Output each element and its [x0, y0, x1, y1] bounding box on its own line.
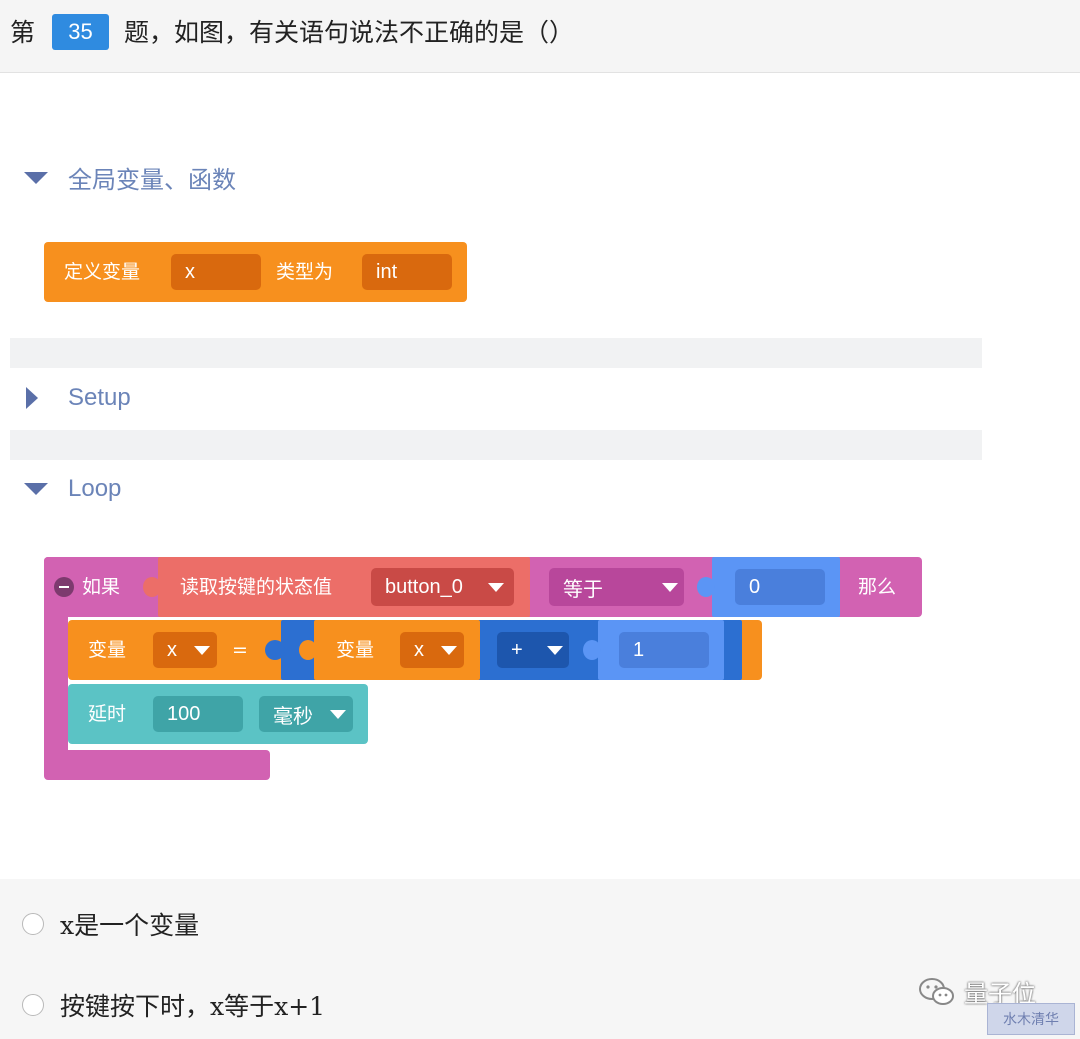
wechat-icon [919, 977, 954, 1005]
collapse-triangle-icon [24, 483, 48, 495]
option-text: x是一个变量 [60, 911, 200, 940]
category-globals-label: 全局变量、函数 [68, 167, 236, 194]
chevron-down-icon [441, 646, 457, 655]
input-connector [299, 640, 317, 660]
option-b[interactable]: 按键按下时，x等于x+1 [22, 987, 325, 1023]
question-number-badge: 35 [52, 14, 109, 50]
chevron-down-icon [488, 583, 504, 592]
category-loop-label: Loop [68, 475, 122, 502]
chevron-down-icon [662, 583, 678, 592]
category-globals[interactable]: 全局变量、函数 [24, 160, 236, 195]
watermark-stamp: 水木清华 [987, 1003, 1075, 1035]
option-text: 按键按下时，x等于x+1 [60, 992, 326, 1021]
chevron-down-icon [330, 710, 346, 719]
compare-value-field[interactable]: 0 [735, 569, 825, 605]
input-connector [265, 640, 285, 660]
question-prefix: 第 [10, 18, 36, 47]
collapse-triangle-icon [24, 171, 48, 184]
radio-button[interactable] [22, 913, 44, 935]
read-button-label: 读取按键的状态值 [180, 576, 333, 598]
if-label: 如果 [82, 576, 121, 598]
category-setup-label: Setup [68, 384, 131, 411]
define-variable-label: 定义变量 [64, 261, 141, 283]
equals-sign: = [232, 639, 248, 661]
inner-variable-label: 变量 [336, 639, 375, 661]
category-setup[interactable]: Setup [24, 384, 131, 412]
section-divider [10, 338, 982, 368]
type-label: 类型为 [276, 261, 334, 283]
option-a[interactable]: x是一个变量 [22, 906, 199, 942]
define-variable-block[interactable]: 定义变量 x 类型为 int [44, 242, 467, 302]
input-connector [143, 577, 161, 597]
input-connector [697, 577, 715, 597]
minus-glyph [59, 586, 69, 588]
then-label: 那么 [858, 576, 897, 598]
operand-field[interactable]: 1 [619, 632, 709, 668]
chevron-down-icon [547, 646, 563, 655]
type-value-field[interactable]: int [362, 254, 452, 290]
category-loop[interactable]: Loop [24, 475, 121, 503]
question-header: 第 35 题，如图，有关语句说法不正确的是（） [0, 0, 1080, 73]
if-block-footer [44, 750, 270, 780]
input-connector [583, 640, 601, 660]
assign-variable-label: 变量 [88, 639, 127, 661]
radio-button[interactable] [22, 994, 44, 1016]
section-divider [10, 430, 982, 460]
variable-name-field[interactable]: x [171, 254, 261, 290]
delay-value-field[interactable]: 100 [153, 696, 243, 732]
expand-triangle-icon [26, 387, 38, 409]
delay-label: 延时 [88, 703, 127, 725]
chevron-down-icon [194, 646, 210, 655]
question-text: 题，如图，有关语句说法不正确的是（） [124, 18, 575, 47]
